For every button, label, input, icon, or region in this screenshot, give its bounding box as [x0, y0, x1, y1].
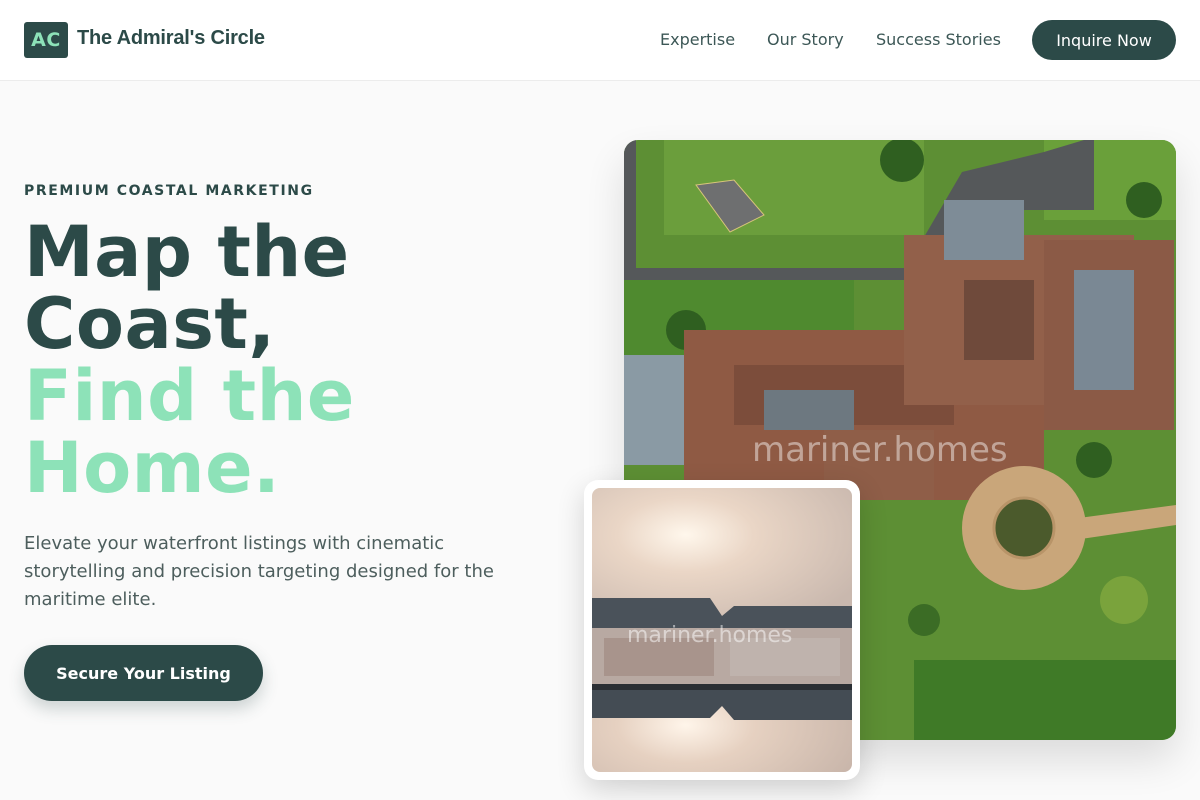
nav-link-our-story[interactable]: Our Story: [767, 30, 844, 49]
site-header: AC The Admiral's Circle Expertise Our St…: [0, 0, 1200, 81]
headline-line-2: Coast,: [24, 283, 276, 365]
inset-photo-card: mariner.homes: [584, 480, 860, 780]
hero-headline: Map the Coast, Find the Home.: [24, 216, 564, 504]
headline-line-1: Map the: [24, 211, 350, 293]
hero-description: Elevate your waterfront listings with ci…: [24, 533, 494, 610]
headline-line-3: Find the: [24, 355, 355, 437]
brand-name[interactable]: The Admiral's Circle: [77, 27, 265, 50]
headline-line-4: Home.: [24, 427, 281, 509]
nav-link-expertise[interactable]: Expertise: [660, 30, 735, 49]
logo-icon[interactable]: AC: [24, 22, 68, 58]
aerial-watermark: mariner.homes: [752, 430, 1008, 470]
nav-link-success-stories[interactable]: Success Stories: [876, 30, 1001, 49]
inset-watermark: mariner.homes: [627, 623, 793, 648]
inquire-now-button[interactable]: Inquire Now: [1032, 20, 1176, 60]
secure-listing-button[interactable]: Secure Your Listing: [24, 645, 263, 701]
hero-eyebrow: PREMIUM COASTAL MARKETING: [24, 183, 314, 199]
waterfront-house-photo: mariner.homes: [592, 488, 852, 772]
